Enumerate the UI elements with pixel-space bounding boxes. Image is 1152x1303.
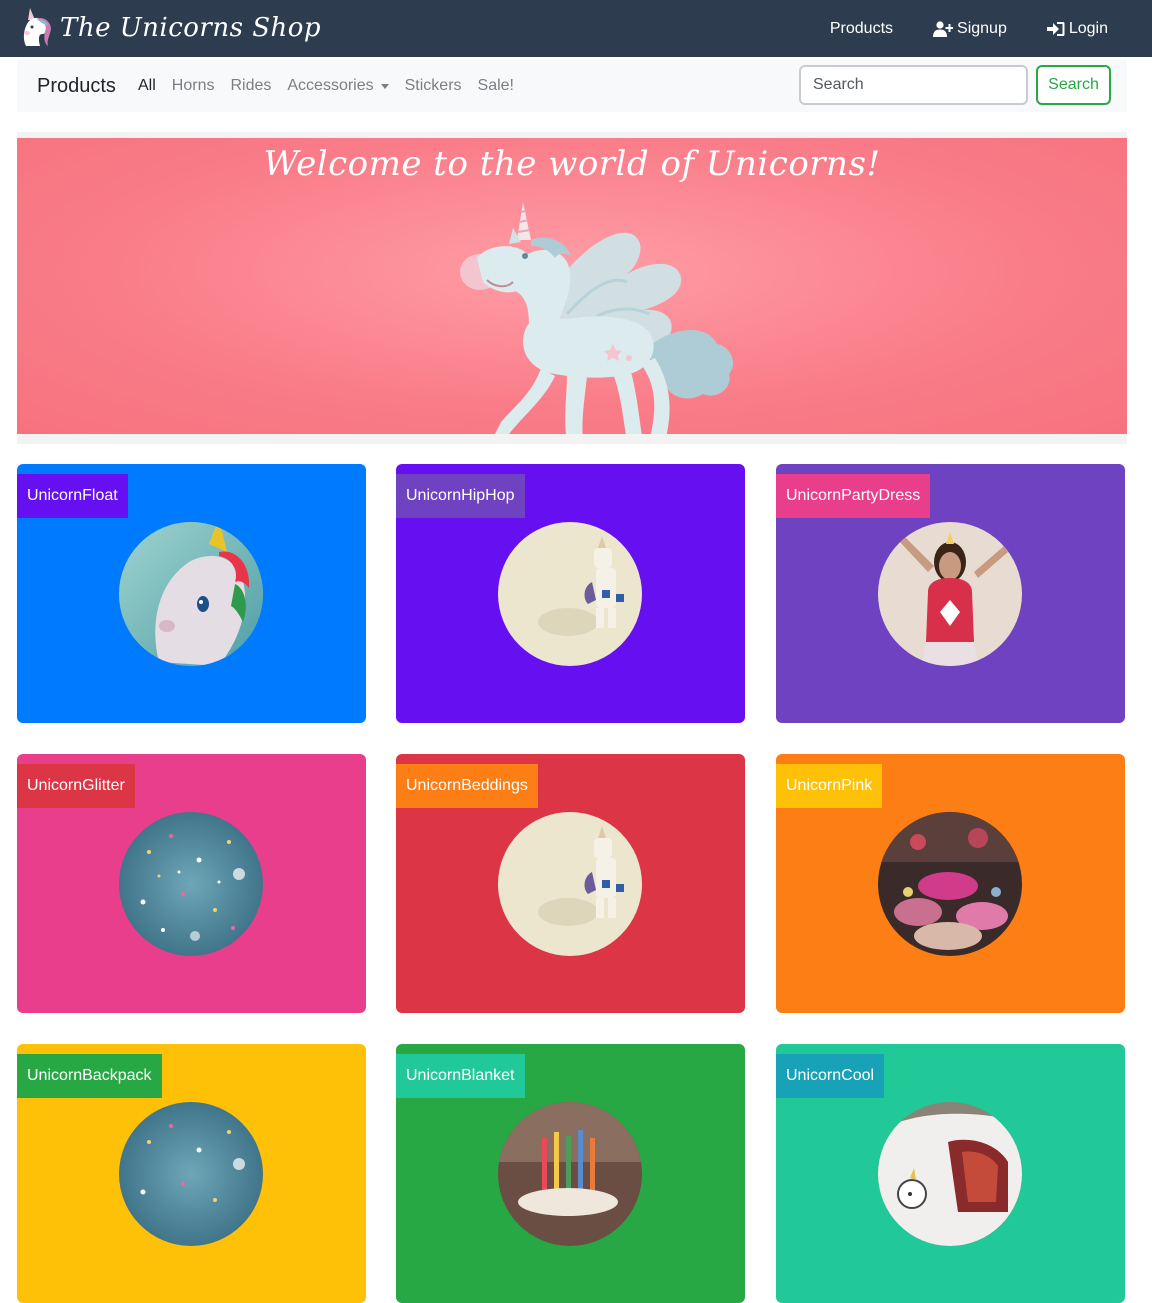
product-card[interactable]: UnicornGlitter bbox=[17, 754, 366, 1013]
sign-in-icon bbox=[1046, 21, 1065, 36]
product-card[interactable]: UnicornBeddings bbox=[396, 754, 745, 1013]
product-image bbox=[498, 522, 642, 666]
top-nav-links: Products Signup Login bbox=[790, 0, 1108, 57]
accessories-label: Accessories bbox=[287, 77, 374, 94]
product-card[interactable]: UnicornPink bbox=[776, 754, 1125, 1013]
product-name[interactable]: UnicornPink bbox=[776, 764, 883, 808]
product-image bbox=[119, 1102, 263, 1246]
product-name[interactable]: UnicornGlitter bbox=[17, 764, 135, 808]
product-image bbox=[878, 522, 1022, 666]
hero-section: Welcome to the world of Unicorns! bbox=[17, 132, 1127, 444]
top-navbar: The Unicorns Shop Products Signup Login bbox=[0, 0, 1152, 57]
caret-down-icon bbox=[380, 83, 389, 89]
product-name[interactable]: UnicornCool bbox=[776, 1054, 885, 1098]
winged-unicorn-illustration bbox=[460, 202, 734, 434]
user-plus-icon bbox=[933, 20, 954, 37]
category-accessories-dropdown[interactable]: Accessories bbox=[287, 77, 389, 95]
category-rides-link[interactable]: Rides bbox=[230, 77, 271, 95]
product-name[interactable]: UnicornBlanket bbox=[396, 1054, 525, 1098]
product-card[interactable]: UnicornBackpack bbox=[17, 1044, 366, 1303]
nav-products-link[interactable]: Products bbox=[830, 20, 893, 38]
product-name[interactable]: UnicornHipHop bbox=[396, 474, 525, 518]
nav-products-label: Products bbox=[829, 19, 894, 37]
product-card[interactable]: UnicornBlanket bbox=[396, 1044, 745, 1303]
product-image bbox=[119, 812, 263, 956]
category-all-link[interactable]: All bbox=[138, 77, 156, 95]
search-input[interactable] bbox=[799, 65, 1028, 105]
product-card[interactable]: UnicornHipHop bbox=[396, 464, 745, 723]
product-image bbox=[878, 1102, 1022, 1246]
category-sale-link[interactable]: Sale! bbox=[478, 77, 514, 95]
product-image bbox=[878, 812, 1022, 956]
product-image bbox=[498, 812, 642, 956]
nav-login-link[interactable]: Login bbox=[1046, 19, 1108, 38]
products-navbar: Products All Horns Rides Accessories Sti… bbox=[17, 60, 1127, 112]
category-links: All Horns Rides Accessories Stickers Sal… bbox=[138, 60, 530, 112]
unicorn-head-icon bbox=[23, 8, 51, 46]
product-card[interactable]: UnicornFloat bbox=[17, 464, 366, 723]
product-image bbox=[498, 1102, 642, 1246]
hero-title: Welcome to the world of Unicorns! bbox=[263, 144, 881, 184]
product-name[interactable]: UnicornFloat bbox=[17, 474, 128, 518]
nav-signup-link[interactable]: Signup bbox=[933, 20, 1007, 38]
products-nav-title[interactable]: Products bbox=[37, 75, 116, 98]
nav-signup-label: Signup bbox=[957, 19, 1007, 37]
product-card[interactable]: UnicornPartyDress bbox=[776, 464, 1125, 723]
search-button[interactable]: Search bbox=[1036, 65, 1111, 105]
brand-name: The Unicorns Shop bbox=[60, 13, 322, 43]
product-image bbox=[119, 522, 263, 666]
nav-login-label: Login bbox=[1068, 19, 1108, 37]
product-name[interactable]: UnicornBackpack bbox=[17, 1054, 162, 1098]
brand-link[interactable]: The Unicorns Shop bbox=[16, 6, 321, 50]
product-card[interactable]: UnicornCool bbox=[776, 1044, 1125, 1303]
hero-banner: Welcome to the world of Unicorns! bbox=[17, 138, 1127, 434]
category-stickers-link[interactable]: Stickers bbox=[405, 77, 462, 95]
product-name[interactable]: UnicornPartyDress bbox=[776, 474, 931, 518]
product-name[interactable]: UnicornBeddings bbox=[396, 764, 538, 808]
category-horns-link[interactable]: Horns bbox=[172, 77, 215, 95]
